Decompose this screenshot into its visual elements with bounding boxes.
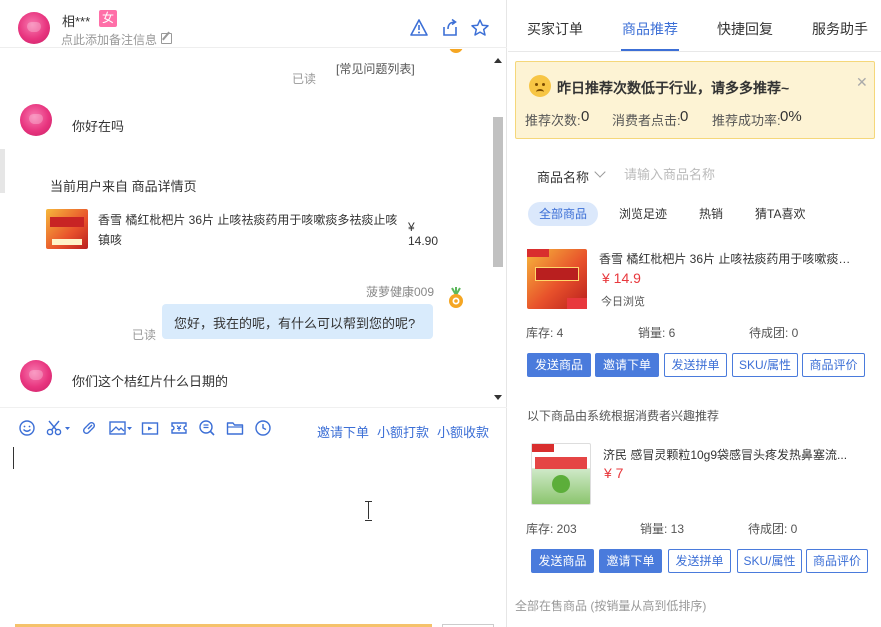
agent-name: 菠萝健康009 [366, 285, 435, 299]
message-input[interactable] [0, 445, 507, 617]
product-search-input[interactable] [624, 162, 824, 186]
pineapple-icon [449, 287, 463, 308]
mouse-cursor [365, 501, 373, 521]
invite-order-button[interactable]: 邀请下单 [595, 353, 659, 377]
small-payment-link[interactable]: 小额打款 [377, 422, 429, 441]
text-caret [13, 447, 14, 469]
customer-message: 你们这个桔红片什么日期的 [72, 374, 229, 389]
link-icon[interactable] [80, 419, 98, 437]
input-toolbar: 邀请下单 小额打款 小额收款 [0, 407, 507, 445]
send-product-button[interactable]: 发送商品 [531, 549, 594, 573]
order-search-icon[interactable] [198, 419, 216, 437]
video-icon[interactable] [141, 419, 159, 437]
product-title[interactable]: 济民 感冒灵颗粒10g9袋感冒头疼发热鼻塞流... [603, 446, 863, 463]
product-price: ¥ 14.9 [602, 270, 641, 286]
read-receipt: 已读 [132, 328, 157, 342]
agent-avatar-partial [449, 49, 463, 53]
product-card[interactable]: 香雪 橘红枇杷片 36片 止咳祛痰药用于咳嗽痰多祛痰止咳镇咳 ¥ 14.90 [46, 206, 446, 252]
recommend-notice: 昨日推荐次数低于行业，请多多推荐~ ✕ 推荐次数: 0 消费者点击: 0 推荐成… [515, 61, 875, 139]
scroll-thumb[interactable] [493, 117, 503, 267]
notice-title: 昨日推荐次数低于行业，请多多推荐~ [557, 80, 790, 96]
chip-guess-like[interactable]: 猜TA喜欢 [755, 202, 805, 226]
customer-message: 你好在吗 [72, 119, 125, 134]
product-pending-group: 待成团: 0 [748, 522, 798, 536]
panel-edge [0, 149, 5, 193]
customer-avatar[interactable] [20, 104, 52, 136]
chip-all-products[interactable]: 全部商品 [528, 202, 599, 226]
scroll-down-arrow[interactable] [494, 395, 502, 400]
clock-icon[interactable] [254, 419, 272, 437]
sad-face-icon [529, 75, 551, 97]
read-receipt: 已读 [292, 72, 317, 86]
sku-attributes-button[interactable]: SKU/属性 [732, 353, 798, 377]
stat-label: 推荐次数: [525, 113, 581, 128]
tab-buyer-orders[interactable]: 买家订单 [527, 19, 583, 39]
send-group-buy-button[interactable]: 发送拼单 [664, 353, 727, 377]
product-pending-group: 待成团: 0 [749, 326, 799, 340]
chat-messages: [常见问题列表] 已读 你好在吗 当前用户来自 商品详情页 香雪 橘红枇杷片 3… [0, 49, 507, 407]
scissors-icon[interactable] [46, 419, 72, 437]
customer-avatar[interactable] [20, 360, 52, 392]
product-image[interactable] [531, 443, 591, 505]
faq-link[interactable]: [常见问题列表] [336, 60, 415, 77]
agent-message: 您好，我在的呢，有什么可以帮到您的呢? [162, 304, 433, 339]
stat-value: 0 [680, 108, 689, 125]
edit-icon[interactable] [161, 33, 172, 44]
product-title[interactable]: 香雪 橘红枇杷片 36片 止咳祛痰药用于咳嗽痰多... [599, 250, 859, 267]
tab-service-assistant[interactable]: 服务助手 [812, 19, 868, 39]
stat-value: 0% [780, 108, 802, 125]
product-image[interactable] [527, 249, 587, 309]
active-tab-indicator [621, 49, 679, 51]
star-icon[interactable] [470, 18, 490, 38]
image-icon[interactable] [108, 419, 134, 437]
chip-hot-sales[interactable]: 热销 [699, 202, 723, 226]
warning-icon[interactable] [409, 18, 429, 38]
product-sales: 销量: 13 [640, 522, 685, 536]
chat-scrollbar[interactable] [491, 58, 505, 406]
close-icon[interactable]: ✕ [856, 74, 868, 91]
filter-select[interactable]: 商品名称 [537, 167, 589, 186]
product-price: ¥ 7 [604, 465, 624, 481]
send-product-button[interactable]: 发送商品 [527, 353, 591, 377]
coupon-icon[interactable] [170, 419, 188, 437]
customer-name: 相*** [62, 14, 91, 29]
invite-order-link[interactable]: 邀请下单 [317, 422, 369, 441]
product-stock: 库存: 4 [526, 326, 564, 340]
customer-avatar[interactable] [18, 12, 50, 44]
chat-panel: 相*** 女 点此添加备注信息 [常见问题列表] 已读 你好在吗 当前用户来自 … [0, 0, 507, 627]
small-collection-link[interactable]: 小额收款 [437, 422, 489, 441]
product-price: ¥ 14.90 [408, 220, 439, 248]
stat-value: 0 [581, 108, 590, 125]
send-group-buy-button[interactable]: 发送拼单 [668, 549, 731, 573]
remark-link[interactable]: 点此添加备注信息 [61, 31, 157, 48]
system-message: 当前用户来自 商品详情页 [50, 179, 197, 194]
invite-order-button[interactable]: 邀请下单 [599, 549, 662, 573]
emoji-icon[interactable] [18, 419, 36, 437]
tab-quick-reply[interactable]: 快捷回复 [717, 19, 773, 39]
gender-badge: 女 [99, 10, 117, 27]
product-image [46, 209, 88, 249]
chevron-down-icon[interactable] [594, 166, 606, 178]
share-icon[interactable] [440, 18, 460, 38]
product-stock: 库存: 203 [526, 522, 577, 536]
product-review-button[interactable]: 商品评价 [806, 549, 868, 573]
chat-header: 相*** 女 点此添加备注信息 [0, 0, 507, 48]
product-tag: 今日浏览 [601, 296, 645, 308]
product-review-button[interactable]: 商品评价 [802, 353, 865, 377]
assistant-panel: 买家订单 商品推荐 快捷回复 服务助手 昨日推荐次数低于行业，请多多推荐~ ✕ … [508, 0, 881, 627]
all-products-label: 全部在售商品 (按销量从高到低排序) [515, 599, 707, 613]
panel-tabs: 买家订单 商品推荐 快捷回复 服务助手 [508, 0, 881, 52]
sku-attributes-button[interactable]: SKU/属性 [737, 549, 802, 573]
section-title: 以下商品由系统根据消费者兴趣推荐 [527, 409, 720, 423]
product-sales: 销量: 6 [638, 326, 676, 340]
scroll-up-arrow[interactable] [494, 58, 502, 63]
stat-label: 消费者点击: [612, 113, 681, 128]
chip-browse-history[interactable]: 浏览足迹 [619, 202, 667, 226]
folder-icon[interactable] [226, 419, 244, 437]
stat-label: 推荐成功率: [712, 113, 781, 128]
tab-product-recommend[interactable]: 商品推荐 [622, 19, 678, 39]
product-title: 香雪 橘红枇杷片 36片 止咳祛痰药用于咳嗽痰多祛痰止咳镇咳 [98, 213, 398, 247]
